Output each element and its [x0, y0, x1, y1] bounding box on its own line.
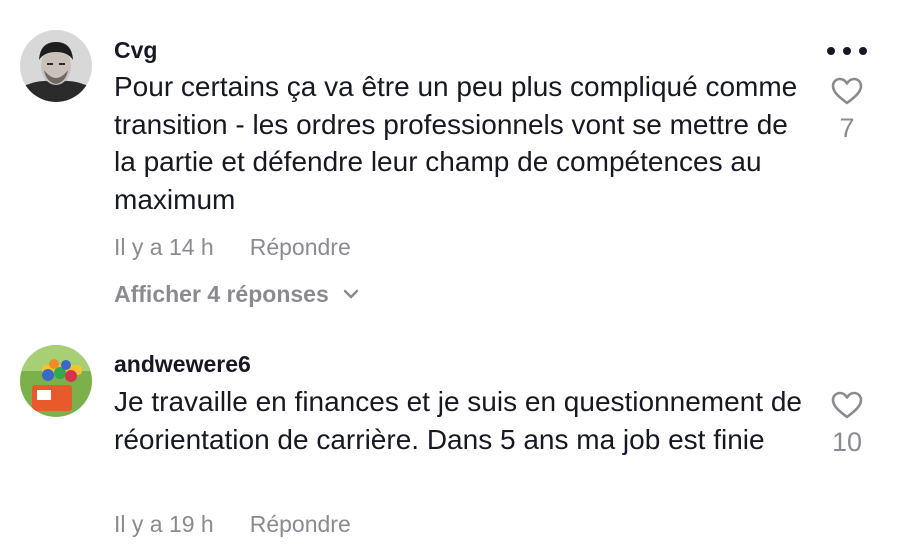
heart-outline-icon — [831, 77, 863, 105]
toy-photo-avatar — [20, 345, 92, 417]
comment-text: Je travaille en finances et je suis en q… — [114, 386, 802, 455]
comment-username[interactable]: Cvg — [114, 36, 157, 64]
dot — [827, 47, 835, 55]
like-button[interactable]: 7 — [817, 76, 877, 144]
avatar[interactable] — [20, 30, 92, 102]
comment-meta: Il y a 14 h Répondre — [114, 233, 351, 261]
comment-timestamp: Il y a 14 h — [114, 234, 214, 260]
comment-meta: Il y a 19 h Répondre — [114, 510, 351, 538]
like-count: 7 — [839, 113, 855, 143]
more-options-icon[interactable] — [824, 36, 870, 66]
comment-timestamp: Il y a 19 h — [114, 511, 214, 537]
heart-outline-icon — [831, 391, 863, 419]
comments-list: Cvg Pour certains ça va être un peu plus… — [0, 0, 906, 548]
reply-button[interactable]: Répondre — [250, 510, 351, 538]
chevron-down-icon — [343, 289, 358, 299]
comment-text: Pour certains ça va être un peu plus com… — [114, 71, 798, 215]
dot — [843, 47, 851, 55]
view-replies-label: Afficher 4 réponses — [114, 281, 329, 307]
avatar[interactable] — [20, 345, 92, 417]
dot — [859, 47, 867, 55]
like-button[interactable]: 10 — [817, 390, 877, 458]
like-count: 10 — [831, 427, 863, 457]
reply-button[interactable]: Répondre — [250, 233, 351, 261]
view-replies-button[interactable]: Afficher 4 réponses — [114, 280, 361, 308]
user-photo-avatar — [20, 30, 92, 102]
comment-username[interactable]: andwewere6 — [114, 350, 251, 378]
